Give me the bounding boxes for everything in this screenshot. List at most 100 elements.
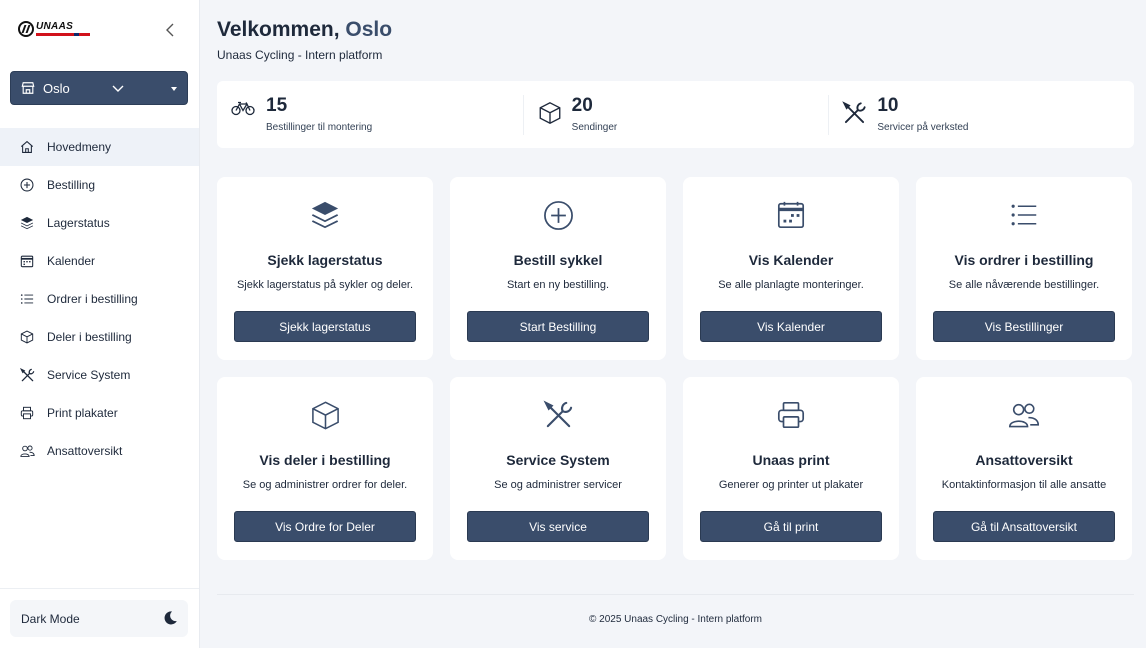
sidebar-item-label: Ansattoversikt	[47, 444, 123, 458]
card-description: Se alle planlagte monteringer.	[718, 279, 864, 291]
sidebar-item-kalender[interactable]: Kalender	[0, 242, 199, 280]
card-description: Kontaktinformasjon til alle ansatte	[941, 479, 1107, 491]
card-title: Vis Kalender	[748, 252, 834, 268]
stat-servicer: 10 Servicer på verksted	[828, 81, 1134, 148]
list-icon	[1011, 204, 1037, 226]
sidebar-nav: Hovedmeny Bestilling Lagerstatus Kalende…	[0, 128, 199, 470]
welcome-city: Oslo	[345, 18, 393, 41]
box-icon	[538, 101, 562, 130]
card-bestill-sykkel: Bestill sykkel Start en ny bestilling. S…	[450, 177, 666, 360]
sidebar: UNAAS Oslo Hovedmeny Bestilling Lagersta…	[0, 0, 200, 648]
sidebar-item-bestilling[interactable]: Bestilling	[0, 166, 199, 204]
users-icon	[19, 443, 35, 459]
sidebar-item-label: Service System	[47, 368, 131, 382]
vis-bestillinger-button[interactable]: Vis Bestillinger	[933, 311, 1115, 342]
page-subtitle: Unaas Cycling - Intern platform	[217, 48, 383, 62]
stat-label: Bestillinger til montering	[266, 122, 373, 133]
card-unaas-print: Unaas print Generer og printer ut plakat…	[683, 377, 899, 560]
printer-icon	[19, 405, 35, 421]
select-caret-icon	[171, 87, 177, 91]
stat-value: 15	[266, 95, 288, 116]
card-vis-deler: Vis deler i bestilling Se og administrer…	[217, 377, 433, 560]
sidebar-item-label: Lagerstatus	[47, 216, 110, 230]
stat-label: Sendinger	[571, 122, 618, 133]
sidebar-item-ansattoversikt[interactable]: Ansattoversikt	[0, 432, 199, 470]
vis-kalender-button[interactable]: Vis Kalender	[700, 311, 882, 342]
stat-value: 20	[571, 95, 593, 116]
box-icon	[311, 400, 339, 430]
moon-icon	[164, 611, 177, 625]
calendar-icon	[19, 253, 35, 269]
logo-text: UNAAS	[36, 21, 74, 32]
stat-sendinger: 20 Sendinger	[522, 81, 829, 148]
footer-divider	[217, 594, 1134, 595]
card-title: Service System	[506, 452, 610, 468]
action-cards: Sjekk lagerstatus Sjekk lagerstatus på s…	[217, 177, 1134, 560]
card-service-system: Service System Se og administrer service…	[450, 377, 666, 560]
sidebar-item-label: Print plakater	[47, 406, 118, 420]
unaas-logo[interactable]: UNAAS	[18, 20, 90, 38]
tools-icon	[842, 101, 867, 131]
footer: © 2025 Unaas Cycling - Intern platform	[588, 614, 762, 625]
card-title: Vis ordrer i bestilling	[954, 252, 1094, 268]
sidebar-item-service-system[interactable]: Service System	[0, 356, 199, 394]
tools-icon	[19, 367, 35, 383]
tools-icon	[543, 400, 572, 427]
card-description: Se alle nåværende bestillinger.	[948, 279, 1100, 291]
store-select[interactable]: Oslo	[10, 71, 188, 105]
logo-stripe	[36, 33, 90, 36]
card-lagerstatus: Sjekk lagerstatus Sjekk lagerstatus på s…	[217, 177, 433, 360]
plus-circle-icon	[19, 177, 35, 193]
logo-mark-icon	[18, 21, 34, 37]
stat-label: Servicer på verksted	[877, 122, 969, 133]
ga-til-print-button[interactable]: Gå til print	[700, 511, 882, 542]
sidebar-item-label: Hovedmeny	[47, 140, 112, 154]
start-bestilling-button[interactable]: Start Bestilling	[467, 311, 649, 342]
sidebar-item-label: Ordrer i bestilling	[47, 292, 138, 306]
card-vis-kalender: Vis Kalender Se alle planlagte montering…	[683, 177, 899, 360]
stat-value: 10	[877, 95, 899, 116]
card-title: Sjekk lagerstatus	[267, 252, 383, 268]
home-icon	[19, 139, 35, 155]
card-description: Se og administrer ordrer for deler.	[242, 479, 408, 491]
sidebar-divider	[0, 588, 199, 589]
chevron-left-icon	[166, 23, 174, 37]
sidebar-item-ordrer-i-bestilling[interactable]: Ordrer i bestilling	[0, 280, 199, 318]
sidebar-item-lagerstatus[interactable]: Lagerstatus	[0, 204, 199, 242]
box-icon	[19, 329, 35, 345]
calendar-icon	[777, 201, 805, 229]
vis-service-button[interactable]: Vis service	[467, 511, 649, 542]
card-vis-ordrer: Vis ordrer i bestilling Se alle nåværend…	[916, 177, 1132, 360]
page-title: Velkommen, Oslo	[217, 18, 392, 42]
stats-bar: 15 Bestillinger til montering 20 Sending…	[217, 81, 1134, 148]
collapse-sidebar-button[interactable]	[161, 20, 179, 40]
sidebar-item-label: Kalender	[47, 254, 96, 268]
dark-mode-label: Dark Mode	[21, 611, 80, 626]
card-description: Se og administrer servicer	[494, 479, 622, 491]
vis-ordre-for-deler-button[interactable]: Vis Ordre for Deler	[234, 511, 416, 542]
sidebar-item-deler-i-bestilling[interactable]: Deler i bestilling	[0, 318, 199, 356]
card-title: Vis deler i bestilling	[259, 452, 391, 468]
list-icon	[19, 291, 35, 307]
printer-icon	[777, 401, 805, 429]
sidebar-item-print-plakater[interactable]: Print plakater	[0, 394, 199, 432]
card-description: Sjekk lagerstatus på sykler og deler.	[236, 279, 414, 291]
sjekk-lagerstatus-button[interactable]: Sjekk lagerstatus	[234, 311, 416, 342]
card-title: Bestill sykkel	[513, 252, 603, 268]
card-title: Ansattoversikt	[975, 452, 1073, 468]
layers-icon	[19, 215, 35, 231]
sidebar-item-hovedmeny[interactable]: Hovedmeny	[0, 128, 199, 166]
store-select-value: Oslo	[43, 80, 70, 96]
card-ansattoversikt: Ansattoversikt Kontaktinformasjon til al…	[916, 377, 1132, 560]
welcome-prefix: Velkommen,	[217, 18, 346, 41]
plus-circle-icon	[543, 200, 573, 230]
layers-icon	[311, 201, 339, 229]
card-description: Generer og printer ut plakater	[718, 479, 864, 491]
bicycle-icon	[231, 100, 255, 121]
stat-bestillinger: 15 Bestillinger til montering	[217, 81, 523, 148]
ga-til-ansattoversikt-button[interactable]: Gå til Ansattoversikt	[933, 511, 1115, 542]
store-icon	[21, 82, 35, 94]
dark-mode-toggle[interactable]: Dark Mode	[10, 600, 188, 637]
card-title: Unaas print	[752, 452, 830, 468]
sidebar-item-label: Bestilling	[47, 178, 96, 192]
